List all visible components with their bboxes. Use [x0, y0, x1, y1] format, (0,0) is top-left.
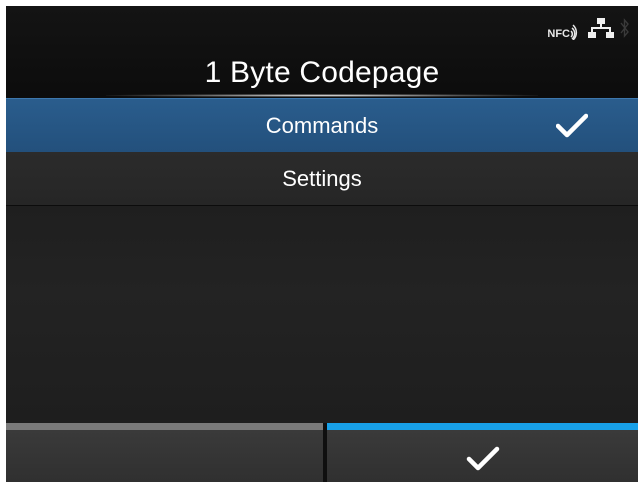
check-icon: [556, 113, 588, 138]
status-icons: NFC: [547, 16, 630, 40]
header: NFC 1 Byte Codepage: [6, 6, 638, 98]
list-item-label: Commands: [265, 113, 379, 138]
printer-screen: NFC 1 Byte Codepage Commands Settings: [6, 6, 638, 482]
nfc-label: NFC: [547, 28, 570, 40]
check-icon: [466, 446, 499, 471]
confirm-button[interactable]: [327, 423, 638, 482]
network-icon: [588, 18, 614, 38]
list-item-settings[interactable]: Settings: [6, 152, 638, 206]
bluetooth-icon: [620, 18, 629, 38]
footer-bar: [6, 423, 638, 482]
list-item-commands[interactable]: Commands: [6, 98, 638, 152]
nfc-waves-icon: [570, 24, 578, 40]
option-list: Commands Settings: [6, 98, 638, 423]
page-title: 1 Byte Codepage: [204, 56, 440, 89]
nfc-icon: NFC: [547, 16, 582, 40]
back-button[interactable]: [6, 423, 323, 482]
header-divider: [106, 94, 538, 97]
list-item-label: Settings: [282, 166, 362, 191]
